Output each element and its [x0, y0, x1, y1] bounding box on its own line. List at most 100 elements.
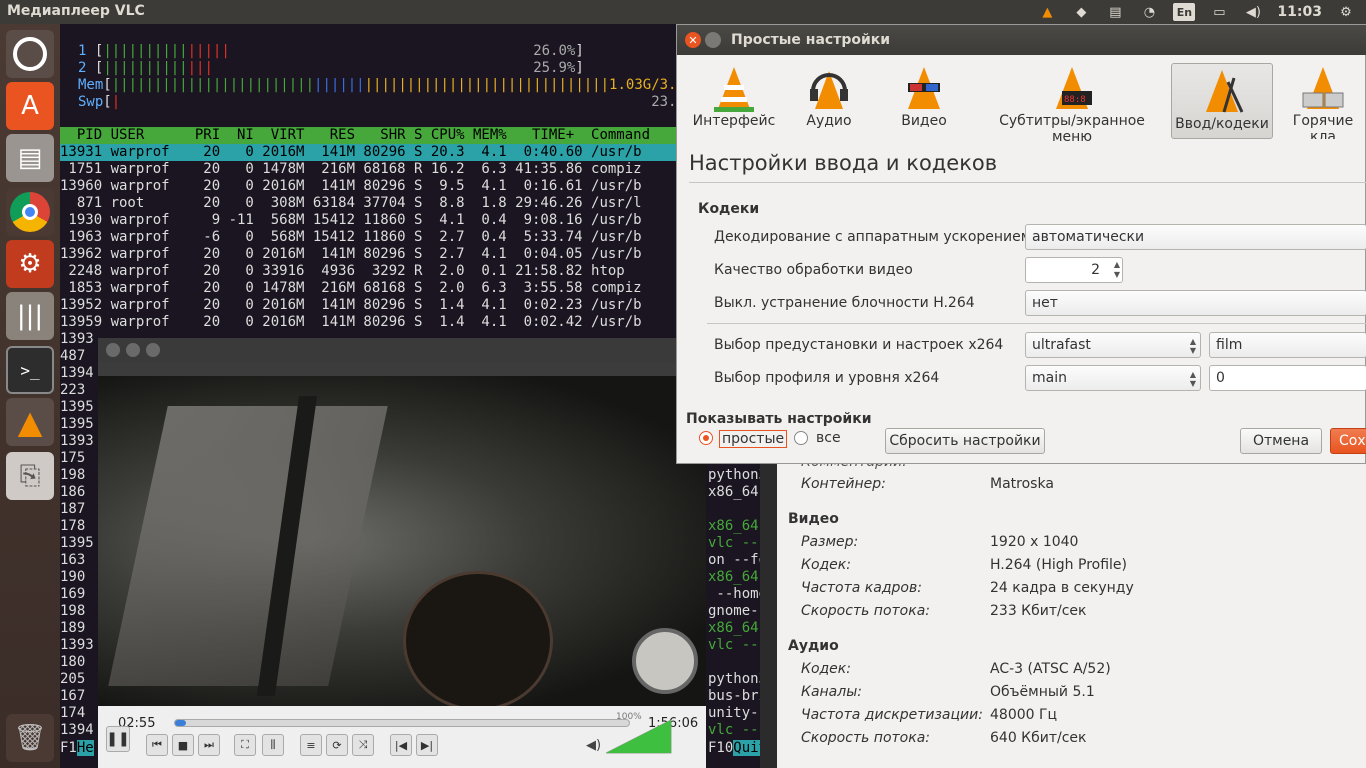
dialog-title: Простые настройки [731, 32, 891, 48]
all-radio-label[interactable]: все [816, 430, 841, 446]
mixer-icon[interactable]: ||| [6, 292, 54, 340]
system-settings-icon[interactable]: ⚙ [6, 240, 54, 288]
dialog-titlebar: ✕ Простые настройки [677, 25, 1366, 55]
ubuntu-dash-icon[interactable] [6, 30, 54, 78]
pid-cell: 487 [60, 348, 86, 364]
audio-codec-label: Кодек: [801, 661, 851, 677]
process-row[interactable]: 2248 warprof 20 0 33916 4936 3292 R 2.0 … [60, 263, 624, 280]
top-panel: Медиаплеер VLC ▲ ◆ ▤ ◔ En ▭ ◀) 11:03 ⚙ [0, 0, 1366, 24]
category-input-codecs[interactable]: Ввод/кодеки [1171, 63, 1273, 139]
gear-icon[interactable]: ⚙ [1336, 3, 1356, 21]
pause-button[interactable]: ❚❚ [106, 726, 130, 752]
shuffle-button[interactable]: ⤨ [352, 734, 374, 756]
category-video[interactable]: Видео [877, 65, 971, 139]
cmd-cell: x86_64-l [708, 620, 760, 636]
hotkeys-cone-icon [1299, 65, 1347, 113]
spin-arrows-icon[interactable]: ▲ ▼ [1114, 260, 1120, 280]
chrome-icon[interactable] [6, 188, 54, 236]
fps-label: Частота кадров: [801, 580, 922, 596]
volume-slider[interactable] [606, 720, 672, 754]
pid-cell: 190 [60, 569, 86, 585]
deblocking-select[interactable]: нет [1025, 290, 1366, 316]
extended-settings-button[interactable]: ⫼ [262, 734, 284, 756]
x264-preset-select[interactable]: ultrafast ▲ ▼ [1025, 332, 1201, 358]
battery-icon[interactable]: ▭ [1209, 3, 1229, 21]
pid-cell: 198 [60, 467, 86, 483]
speaker-icon[interactable]: ◀) [586, 738, 601, 753]
save-button[interactable]: Сохр [1330, 428, 1366, 454]
close-icon[interactable]: ✕ [685, 32, 701, 48]
x264-level-input[interactable]: 0 [1209, 365, 1366, 391]
wall-light-shape [108, 406, 388, 686]
playlist-button[interactable]: ≡ [300, 734, 322, 756]
process-row[interactable]: 1930 warprof 9 -11 568M 15412 11860 S 4.… [60, 212, 641, 229]
loop-button[interactable]: ⟳ [326, 734, 348, 756]
process-row[interactable]: 13960 warprof 20 0 2016M 141M 80296 S 9.… [60, 178, 642, 195]
pid-cell: 163 [60, 552, 86, 568]
trash-icon[interactable]: 🗑 [6, 714, 54, 762]
terminal-icon[interactable]: >_ [6, 346, 54, 394]
quit-key[interactable]: F10Quit [708, 740, 760, 757]
process-row[interactable]: 1393 [60, 331, 94, 348]
frame-forward-button[interactable]: ▶| [416, 734, 438, 756]
process-row[interactable]: 13962 warprof 20 0 2016M 141M 80296 S 2.… [60, 246, 642, 263]
next-button[interactable]: ⏭ [198, 734, 220, 756]
frame-back-button[interactable]: |◀ [390, 734, 412, 756]
maximize-icon[interactable] [146, 343, 160, 357]
previous-button[interactable]: ⏮ [146, 734, 168, 756]
pid-cell: 1395 [60, 399, 94, 415]
keyboard-layout-indicator[interactable]: En [1173, 3, 1196, 21]
volume-icon[interactable]: ◀) [1243, 3, 1263, 21]
category-interface[interactable]: Интерфейс [687, 65, 781, 139]
size-value: 1920 x 1040 [990, 534, 1079, 550]
file-cabinet-icon[interactable]: ▤ [6, 134, 54, 182]
cancel-button[interactable]: Отмена [1240, 428, 1322, 454]
fullscreen-button[interactable]: ⛶ [234, 734, 256, 756]
x264-profile-select[interactable]: main ▲ ▼ [1025, 365, 1201, 391]
vlc-tray-icon[interactable]: ▲ [1037, 3, 1057, 21]
video-bitrate-label: Скорость потока: [801, 603, 930, 619]
hw-decoding-label: Декодирование с аппаратным ускорением [714, 229, 1032, 245]
usb-drive-icon[interactable]: ⎘ [6, 452, 54, 500]
dropbox-icon[interactable]: ◆ [1071, 3, 1091, 21]
process-row[interactable]: 1963 warprof -6 0 568M 15412 11860 S 2.7… [60, 229, 641, 246]
cmd-cell: unity-se [708, 705, 760, 721]
category-subtitles[interactable]: 88:8 Субтитры/экранное меню [977, 65, 1167, 145]
container-label: Контейнер: [801, 476, 886, 492]
cmd-cell: gnome-so [708, 603, 760, 619]
process-row[interactable]: 1751 warprof 20 0 1478M 216M 68168 R 16.… [60, 161, 641, 178]
hw-decoding-select[interactable]: автоматически [1025, 224, 1366, 250]
seek-fill [175, 720, 187, 726]
category-hotkeys[interactable]: Горячие кла [1279, 65, 1366, 139]
process-row-selected[interactable]: 13931 warprof 20 0 2016M 141M 80296 S 20… [60, 144, 760, 161]
category-audio[interactable]: Аудио [787, 65, 871, 139]
process-row[interactable]: 871 root 20 0 308M 63184 37704 S 8.8 1.8… [60, 195, 642, 212]
seek-bar[interactable] [174, 719, 630, 727]
x264-tune-select[interactable]: film [1209, 332, 1366, 358]
wifi-icon[interactable]: ◔ [1139, 3, 1159, 21]
pid-cell: 189 [60, 620, 86, 636]
process-row[interactable]: 1853 warprof 20 0 1478M 216M 68168 S 2.0… [60, 280, 641, 297]
simple-radio-label[interactable]: простые [719, 430, 788, 448]
video-quality-spinbox[interactable]: 2 ▲ ▼ [1025, 257, 1123, 283]
clipboard-icon[interactable]: ▤ [1105, 3, 1125, 21]
simple-radio[interactable] [699, 431, 713, 445]
all-radio[interactable] [794, 431, 808, 445]
fps-value: 24 кадра в секунду [990, 580, 1134, 596]
process-row[interactable]: 13959 warprof 20 0 2016M 141M 80296 S 1.… [60, 314, 642, 331]
video-frame[interactable] [98, 376, 706, 706]
codecs-cone-icon [1198, 68, 1246, 116]
pid-cell: 1395 [60, 535, 94, 551]
process-row[interactable]: 13952 warprof 20 0 2016M 141M 80296 S 1.… [60, 297, 642, 314]
vlc-launcher-icon[interactable]: ▲ [6, 398, 54, 446]
minimize-icon[interactable] [126, 343, 140, 357]
clock[interactable]: 11:03 [1277, 3, 1322, 21]
software-center-icon[interactable]: A [6, 82, 54, 130]
reset-settings-button[interactable]: Сбросить настройки [885, 428, 1045, 454]
stop-button[interactable]: ■ [172, 734, 194, 756]
minimize-icon[interactable] [705, 32, 721, 48]
player-controls: 02:55 1:56:06 ❚❚ ⏮ ■ ⏭ ⛶ ⫼ ≡ ⟳ ⤨ |◀ ▶| ◀… [98, 706, 706, 768]
vlc-cone-icon [710, 65, 758, 113]
video-codec-label: Кодек: [801, 557, 851, 573]
close-icon[interactable] [106, 343, 120, 357]
